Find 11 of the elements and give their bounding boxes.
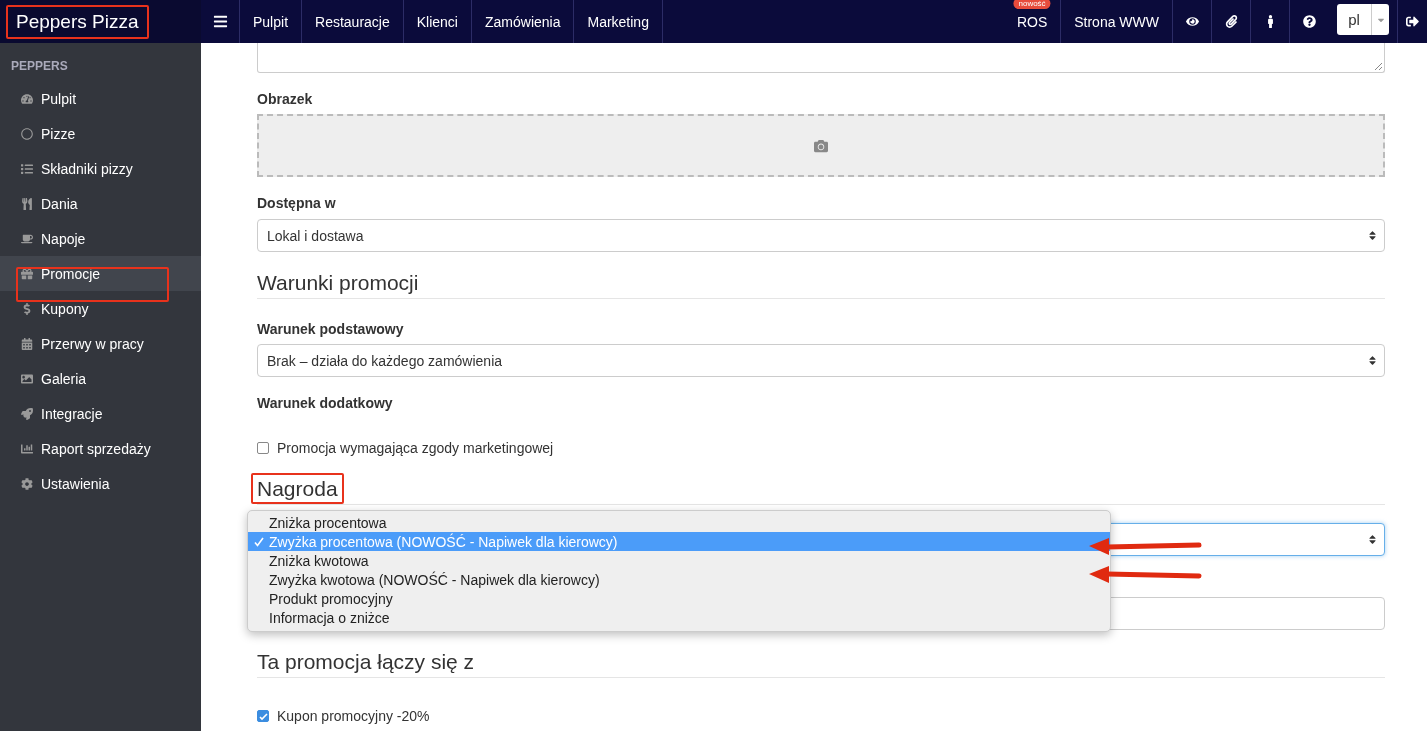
field-label: Warunek dodatkowy <box>257 394 394 413</box>
sidebar-header: PEPPERS <box>10 59 69 75</box>
field-label: Dostępna w <box>257 194 337 213</box>
checkbox-label: Kupon promocyjny -20% <box>277 708 430 724</box>
checkbox-label: Promocja wymagająca zgody marketingowej <box>277 440 554 456</box>
section-heading: Warunki promocji <box>257 270 1385 299</box>
field-label: Obrazek <box>257 90 314 109</box>
section-heading: Ta promocja łączy się z <box>257 649 1385 678</box>
section-heading: Nagroda <box>251 473 344 504</box>
new-badge: nowość <box>1013 0 1051 9</box>
field-label: Warunek podstawowy <box>257 320 405 339</box>
